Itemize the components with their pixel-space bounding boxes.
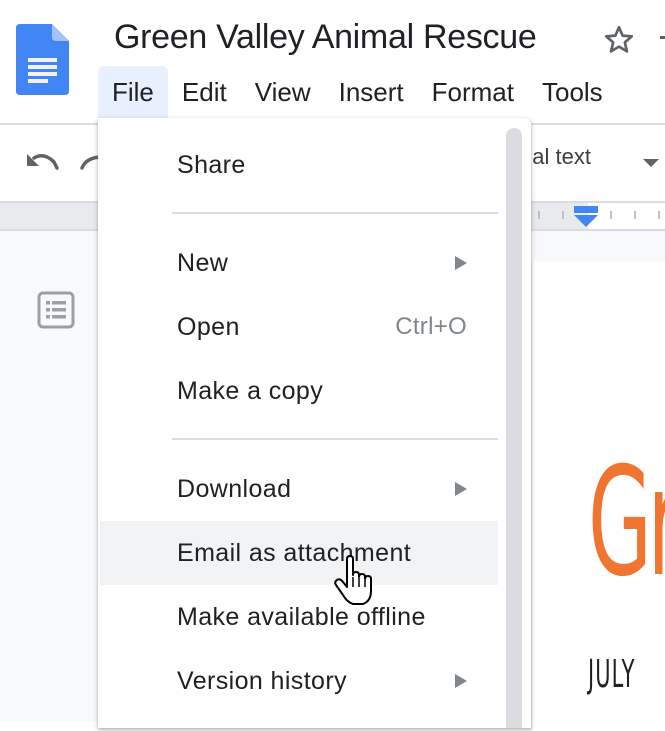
file-menu-item-email-as-attachment[interactable]: Email as attachment: [100, 521, 498, 585]
move-icon-partial[interactable]: [660, 36, 665, 39]
document-heading[interactable]: Gr: [588, 448, 665, 598]
menu-format[interactable]: Format: [418, 66, 528, 118]
document-outline-icon[interactable]: [37, 291, 75, 329]
ruler-tick: [538, 211, 540, 219]
file-menu-item-open[interactable]: Open Ctrl+O: [100, 295, 498, 359]
redo-icon[interactable]: [80, 148, 100, 178]
google-docs-icon[interactable]: [16, 24, 69, 95]
file-menu-item-download[interactable]: Download: [100, 457, 498, 521]
menu-divider: [172, 212, 498, 214]
menu-item-label: Make available offline: [177, 603, 426, 631]
file-menu-item-version-history[interactable]: Version history: [100, 649, 498, 713]
menu-item-label: Open: [177, 313, 240, 341]
menu-file[interactable]: File: [98, 66, 168, 118]
menu-item-label: Email as attachment: [177, 539, 412, 567]
menu-scrollbar[interactable]: [506, 128, 522, 728]
menu-tools[interactable]: Tools: [528, 66, 617, 118]
menu-edit[interactable]: Edit: [168, 66, 241, 118]
menu-item-label: Make a copy: [177, 377, 324, 405]
menu-item-label: Version history: [177, 667, 347, 695]
menu-divider: [172, 438, 498, 440]
menu-item-label: Share: [177, 151, 246, 179]
menu-insert[interactable]: Insert: [325, 66, 418, 118]
ruler-text-area: [588, 203, 665, 229]
ruler-tick: [634, 211, 636, 219]
file-menu-item-new[interactable]: New: [100, 231, 498, 295]
menu-view[interactable]: View: [241, 66, 325, 118]
file-menu-item-share[interactable]: Share: [100, 133, 498, 197]
star-icon[interactable]: [601, 22, 637, 58]
menu-item-label: Download: [177, 475, 292, 503]
ruler-tick: [658, 211, 660, 219]
submenu-arrow-icon: [455, 256, 467, 270]
document-subheading[interactable]: JULY: [588, 652, 635, 696]
menubar: File Edit View Insert Format Tools: [98, 66, 617, 118]
submenu-arrow-icon: [455, 674, 467, 688]
menu-item-label: New: [177, 249, 229, 277]
page-gap: [532, 231, 665, 261]
file-menu-item-make-a-copy[interactable]: Make a copy: [100, 359, 498, 423]
submenu-arrow-icon: [455, 482, 467, 496]
file-menu-item-make-available-offline[interactable]: Make available offline: [100, 585, 498, 649]
hand-pointer-cursor-icon: [334, 555, 372, 605]
ruler-tick: [610, 211, 612, 219]
undo-icon[interactable]: [24, 148, 60, 178]
menu-item-shortcut: Ctrl+O: [395, 313, 467, 340]
ruler-tick: [562, 211, 564, 219]
chevron-down-icon[interactable]: [643, 159, 659, 167]
left-indent-marker[interactable]: [574, 215, 598, 227]
document-title[interactable]: Green Valley Animal Rescue: [114, 18, 537, 57]
first-line-indent-marker[interactable]: [574, 206, 598, 213]
